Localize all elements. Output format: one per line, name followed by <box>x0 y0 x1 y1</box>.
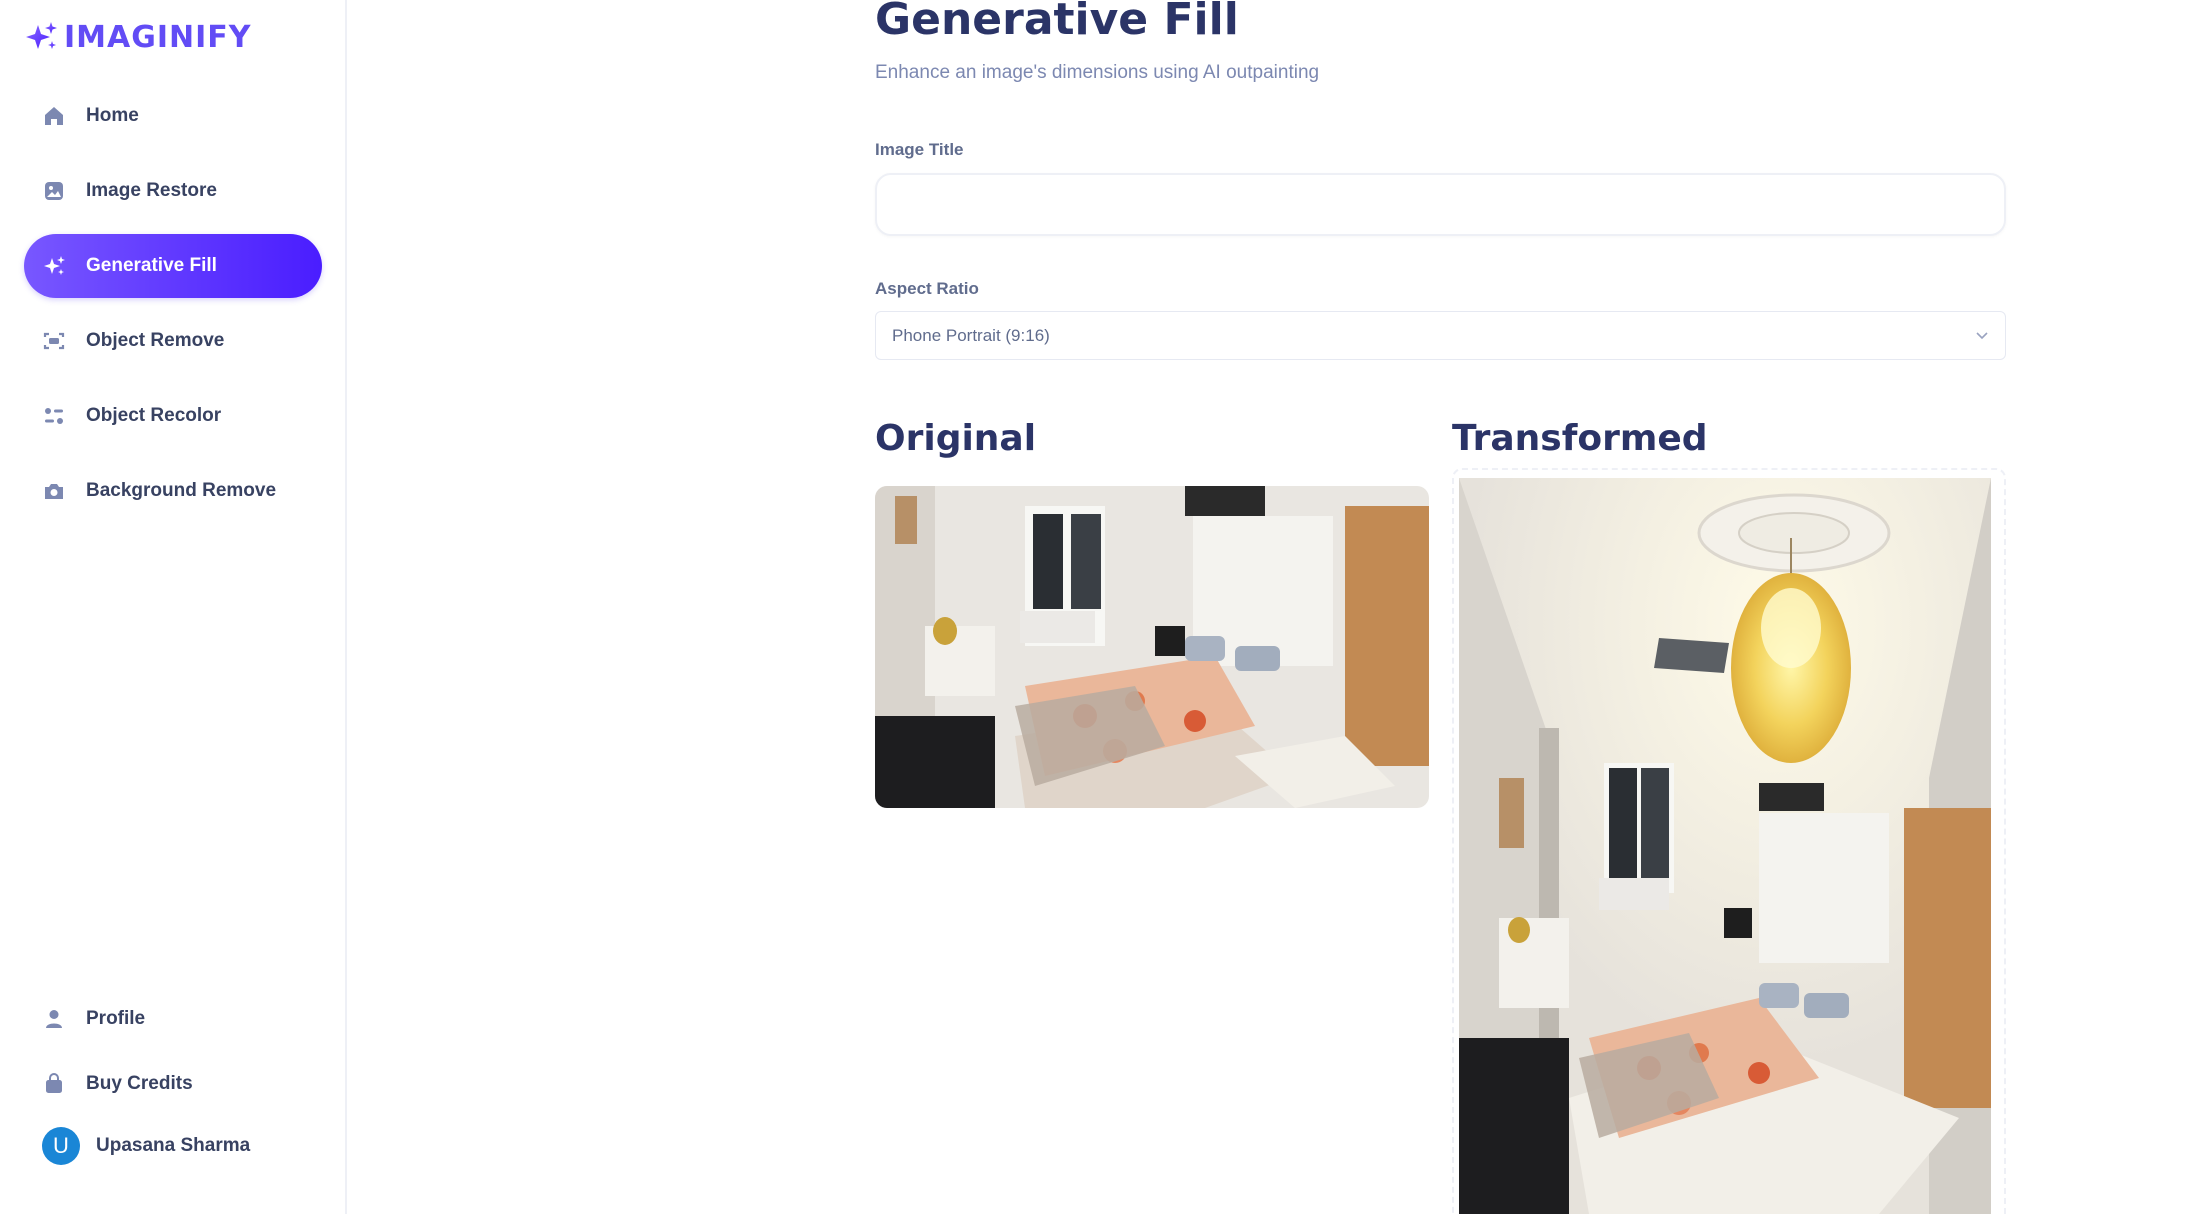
sidebar-item-image-restore[interactable]: Image Restore <box>24 159 322 223</box>
original-heading: Original <box>875 418 1037 459</box>
logo[interactable]: IMAGINIFY <box>24 18 252 56</box>
user-name: Upasana Sharma <box>96 1135 251 1156</box>
sidebar-item-label: Object Remove <box>86 330 225 351</box>
chevron-down-icon <box>1976 332 1988 340</box>
sidebar-item-generative-fill[interactable]: Generative Fill <box>24 234 322 298</box>
transformed-heading: Transformed <box>1452 418 1708 459</box>
sidebar-item-label: Image Restore <box>86 180 217 201</box>
user-menu[interactable]: U Upasana Sharma <box>24 1122 322 1170</box>
sidebar: IMAGINIFY Home Image Restore Generative … <box>0 0 347 1214</box>
sidebar-item-label: Object Recolor <box>86 405 222 426</box>
page-title: Generative Fill <box>875 0 1239 45</box>
filter-icon <box>42 404 66 428</box>
aspect-ratio-label: Aspect Ratio <box>875 279 979 298</box>
sidebar-item-profile[interactable]: Profile <box>24 992 322 1046</box>
sidebar-item-label: Background Remove <box>86 480 277 501</box>
page-subtitle: Enhance an image's dimensions using AI o… <box>875 62 1320 83</box>
sidebar-item-object-remove[interactable]: Object Remove <box>24 309 322 373</box>
aspect-ratio-select[interactable]: Phone Portrait (9:16) <box>875 311 2006 360</box>
scan-icon <box>42 329 66 353</box>
transformed-image[interactable] <box>1459 478 1991 1214</box>
avatar[interactable]: U <box>42 1127 80 1165</box>
main-nav: Home Image Restore Generative Fill Objec… <box>24 84 322 534</box>
image-title-input[interactable] <box>875 173 2006 236</box>
home-icon <box>42 104 66 128</box>
stars-icon <box>42 254 66 278</box>
sidebar-item-buy-credits[interactable]: Buy Credits <box>24 1057 322 1111</box>
original-image[interactable] <box>875 486 1429 808</box>
camera-icon <box>42 479 66 503</box>
sidebar-bottom: Profile Buy Credits U Upasana Sharma <box>24 992 322 1170</box>
image-title-label: Image Title <box>875 140 964 159</box>
sparkle-logo-icon <box>26 22 57 49</box>
sidebar-item-home[interactable]: Home <box>24 84 322 148</box>
aspect-ratio-value: Phone Portrait (9:16) <box>892 325 1050 345</box>
sidebar-item-label: Profile <box>86 1008 146 1029</box>
profile-icon <box>42 1007 66 1031</box>
sidebar-item-object-recolor[interactable]: Object Recolor <box>24 384 322 448</box>
bag-icon <box>42 1072 66 1096</box>
sidebar-item-background-remove[interactable]: Background Remove <box>24 459 322 523</box>
sidebar-item-label: Buy Credits <box>86 1073 193 1094</box>
image-icon <box>42 179 66 203</box>
sidebar-item-label: Home <box>86 105 139 126</box>
logo-text: IMAGINIFY <box>64 19 252 55</box>
sidebar-item-label: Generative Fill <box>86 255 217 276</box>
